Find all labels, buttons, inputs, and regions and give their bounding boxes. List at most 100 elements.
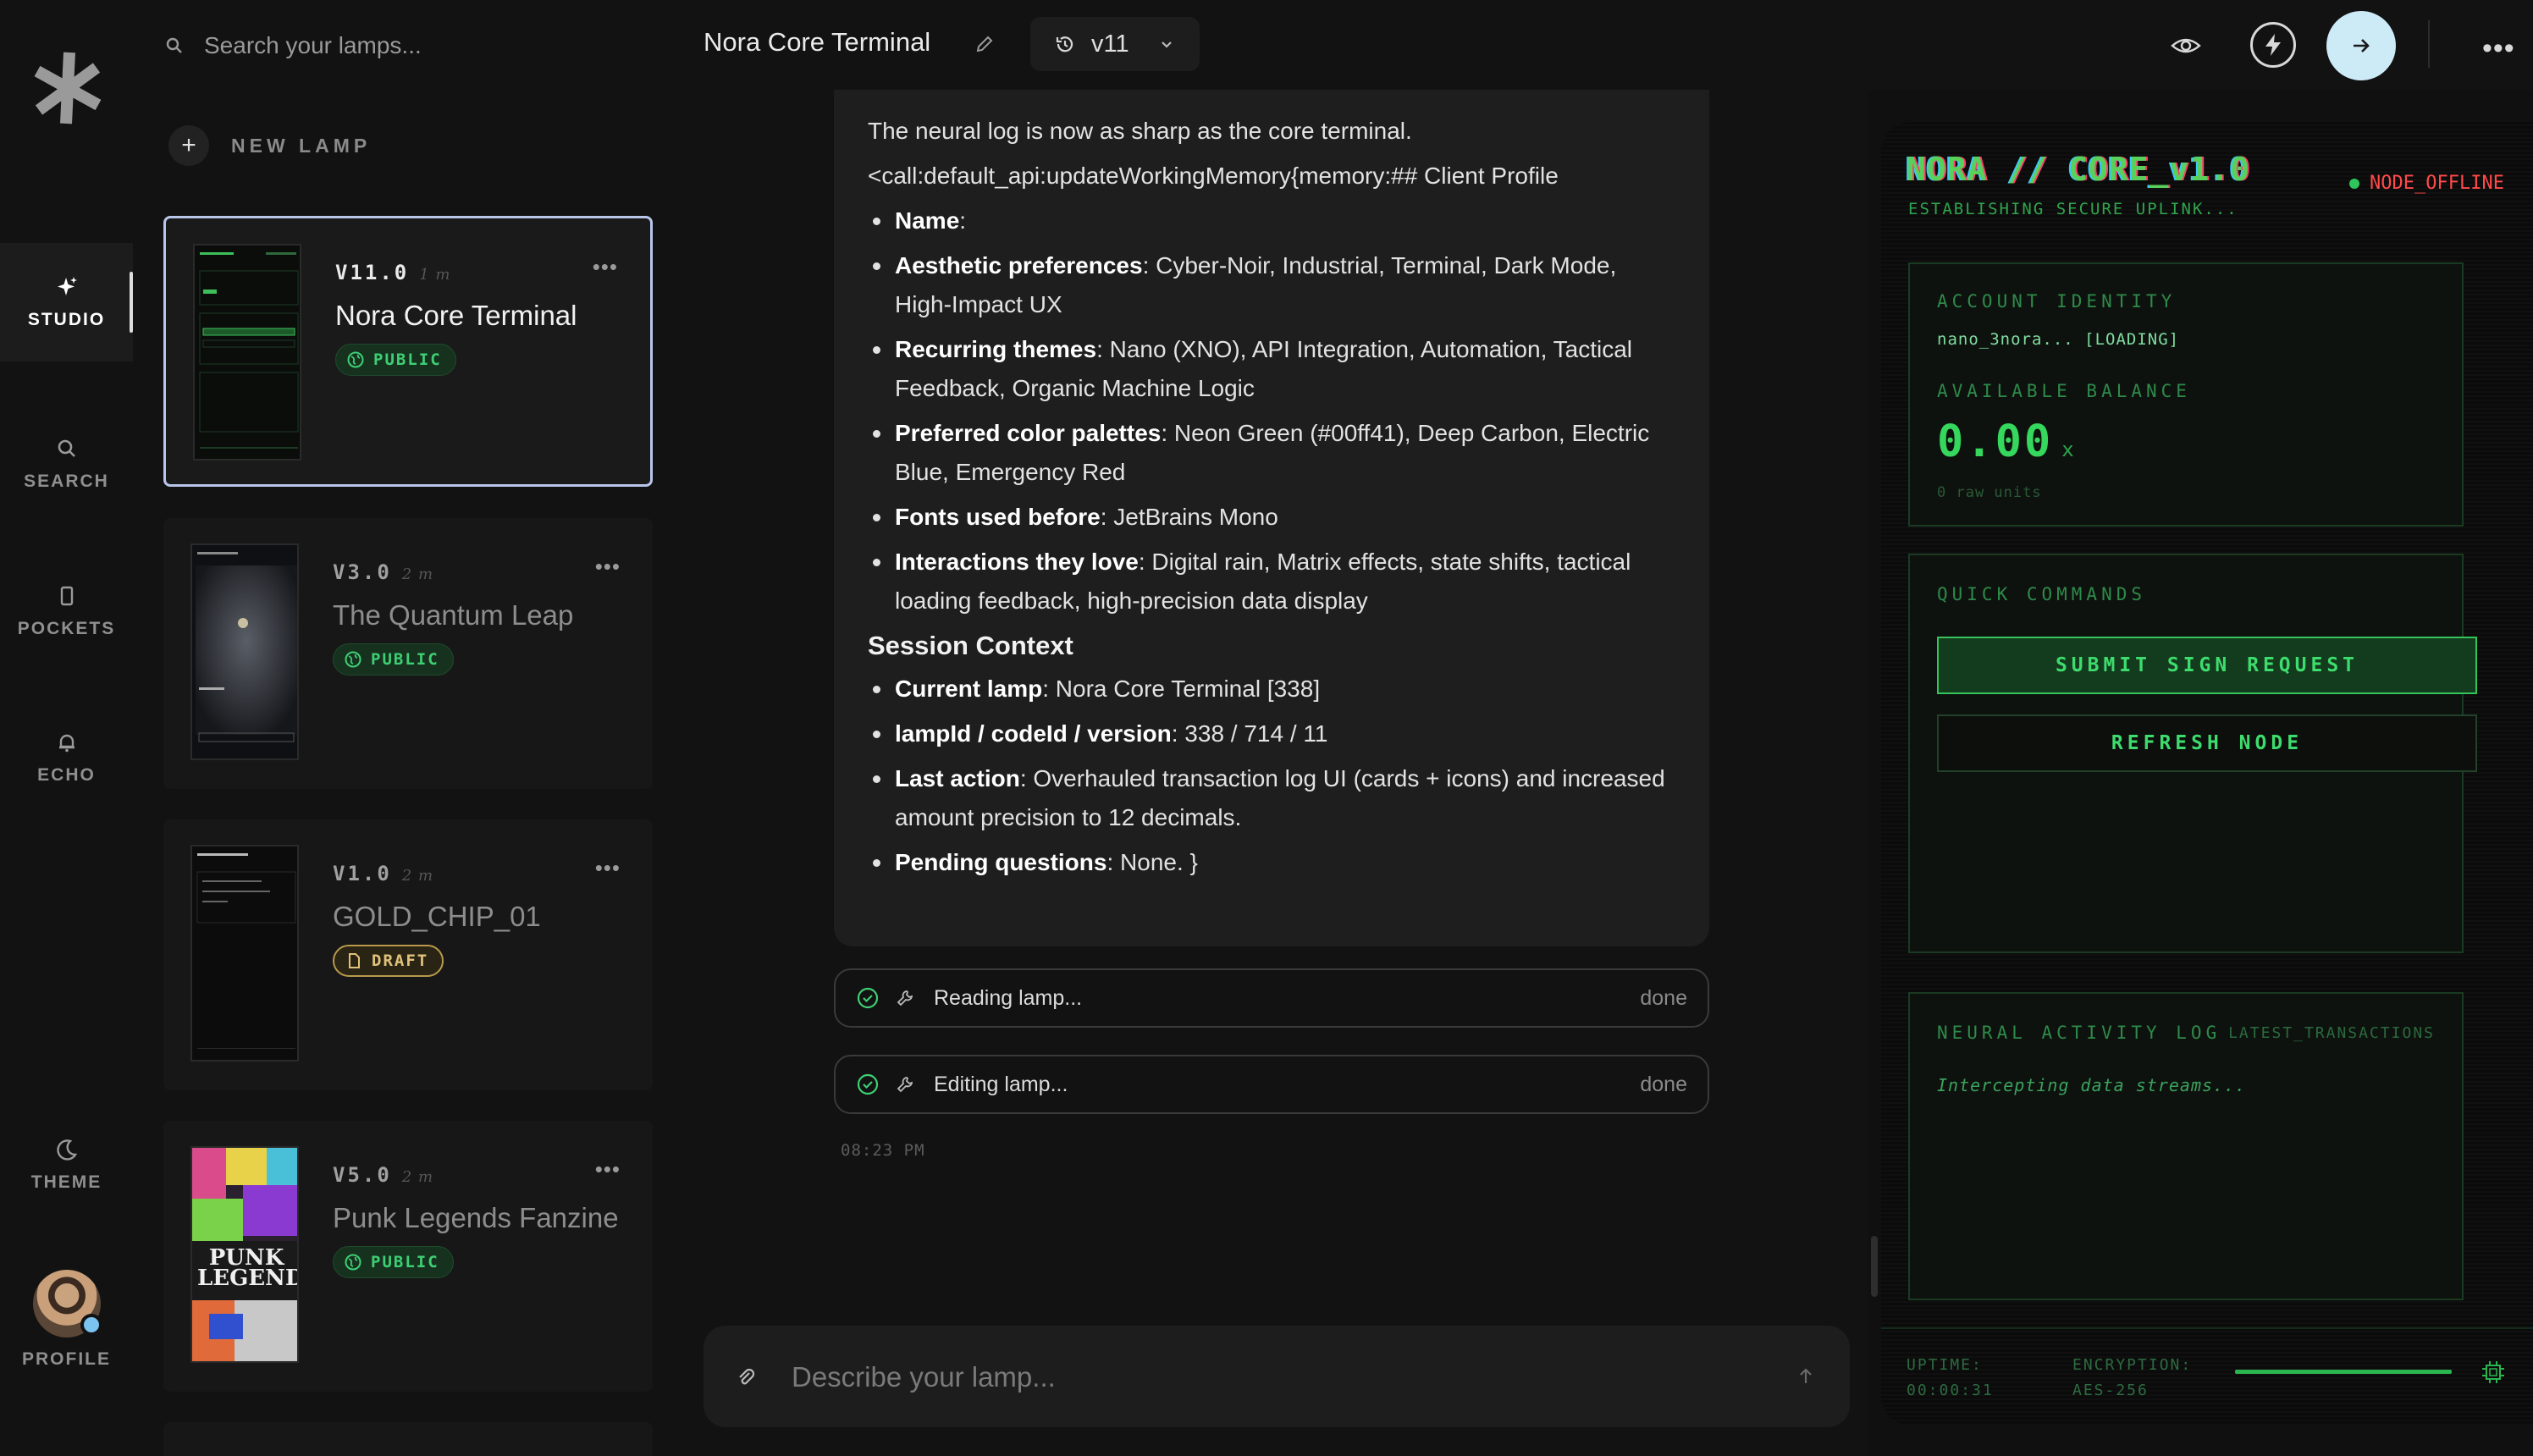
log-status: Intercepting data streams... [1937,1075,2247,1095]
check-circle-icon [857,1073,879,1095]
status-dot [2349,178,2360,189]
search-placeholder[interactable]: Search your lamps... [204,32,422,59]
list-item: Fonts used before: JetBrains Mono [868,498,1675,537]
rail-item-echo[interactable]: ECHO [0,698,133,817]
commands-panel: QUICK COMMANDS SUBMIT SIGN REQUEST REFRE… [1908,554,2477,953]
lamp-card[interactable]: PUNK LEGENDS V5.02 m Punk Legends Fanzin… [163,1121,653,1392]
history-icon [1056,36,1073,52]
tool-label: Reading lamp... [934,985,1083,1010]
tool-status: done [1640,1072,1687,1096]
preview-subtitle: ESTABLISHING SECURE UPLINK... [1908,200,2238,218]
tool-call-editing[interactable]: Editing lamp... done [834,1055,1709,1114]
lamp-card[interactable]: V11.0 1 m Nora Core Terminal PUBLIC ••• [163,216,653,487]
lamp-title: The Quantum Leap [333,599,574,631]
lamp-search[interactable]: Search your lamps... [157,24,648,68]
lamp-title: Punk Legends Fanzine [333,1202,619,1233]
document-icon [349,953,360,968]
account-panel: ACCOUNT IDENTITY nano_3nora... [LOADING]… [1908,262,2464,527]
rail-label: ECHO [37,765,96,785]
lamp-sidebar: Search your lamps... + NEW LAMP V11.0 1 m… [133,0,675,1456]
signal-bar [2235,1370,2452,1374]
status-badge: DRAFT [333,945,444,977]
pocket-icon [60,586,73,606]
bolt-button[interactable] [2250,22,2296,68]
globe-icon [345,1254,361,1271]
chat-area: Nora Core Terminal v11 The neural log is… [675,0,2533,1456]
version-selector[interactable]: v11 [1030,17,1200,71]
list-item: Aesthetic preferences: Cyber-Noir, Indus… [868,246,1675,324]
status-badge: PUBLIC [333,643,454,676]
lamp-card[interactable]: V1.0 2 m GOLD_CHIP_01 DRAFT ••• [163,819,653,1090]
lamp-thumbnail [190,543,299,760]
avatar[interactable] [33,1270,102,1337]
asterisk-logo[interactable] [32,51,103,125]
sparkle-icon [57,277,77,295]
lamp-title: GOLD_CHIP_01 [333,901,541,932]
lamp-age: 2 m [401,1168,434,1186]
list-item: Pending questions: None. } [868,843,1675,882]
rail-item-studio[interactable]: STUDIO [0,243,133,361]
new-lamp-button[interactable]: + NEW LAMP [168,125,371,166]
divider [2428,20,2430,68]
account-label: ACCOUNT IDENTITY [1937,291,2177,312]
more-options-icon[interactable]: ••• [595,855,621,881]
list-item: Last action: Overhauled transaction log … [868,759,1675,837]
profile-label: PROFILE [21,1349,111,1369]
section-heading: Session Context [868,631,1073,660]
new-lamp-label: NEW LAMP [231,134,372,157]
globe-icon [347,351,364,368]
lamp-age: 2 m [401,867,434,885]
balance-unit: x [2061,438,2077,461]
badge-label: PUBLIC [371,1253,439,1271]
panel-resize-handle[interactable] [1871,1236,1878,1297]
more-options-icon[interactable]: ••• [595,554,621,580]
lamp-card[interactable]: V3.0 2 m The Quantum Leap PUBLIC ••• [163,518,653,789]
prompt-input[interactable] [792,1354,1723,1400]
left-rail: STUDIO SEARCH POCKETS ECHO THEME PROFILE [0,0,133,1456]
bell-icon [58,734,74,753]
theme-toggle[interactable]: THEME [0,1106,133,1224]
composer [704,1326,1850,1427]
list-item: Preferred color palettes: Neon Green (#0… [868,414,1675,492]
encryption: ENCRYPTION: AES-256 [2072,1356,2193,1399]
paperclip-icon[interactable] [734,1365,758,1390]
activity-log-panel: NEURAL ACTIVITY LOG LATEST_TRANSACTIONS … [1908,992,2464,1300]
assistant-message: The neural log is now as sharp as the co… [834,90,1709,946]
chip-icon [2482,1361,2504,1383]
lamp-version: V11.0 1 m [335,261,451,284]
status-badge: PUBLIC [333,1246,454,1278]
session-context-list: Current lamp: Nora Core Terminal [338] l… [868,670,1675,882]
lamp-age: 2 m [401,565,434,583]
badge-label: DRAFT [372,951,429,970]
version-label: v11 [1091,30,1129,58]
more-options-icon[interactable]: ••• [595,1156,621,1183]
check-circle-icon [857,987,879,1009]
refresh-node-button[interactable]: REFRESH NODE [1937,714,2477,772]
publish-button[interactable] [2326,11,2396,80]
eye-icon[interactable] [2169,29,2203,63]
divider [1881,1327,2533,1329]
tool-status: done [1640,985,1687,1010]
pencil-icon[interactable] [973,32,996,56]
search-icon [58,439,75,457]
rail-label: STUDIO [27,310,106,329]
rail-item-search[interactable]: SEARCH [0,405,133,523]
bolt-icon [2265,34,2281,56]
account-value: nano_3nora... [LOADING] [1937,330,2180,349]
log-filter[interactable]: LATEST_TRANSACTIONS [2228,1024,2435,1042]
commands-label: QUICK COMMANDS [1937,584,2147,604]
list-item: Current lamp: Nora Core Terminal [338] [868,670,1675,709]
lamp-card[interactable] [163,1422,653,1456]
arrow-right-icon [2354,39,2370,52]
tool-call-reading[interactable]: Reading lamp... done [834,968,1709,1028]
submit-sign-request-button[interactable]: SUBMIT SIGN REQUEST [1937,637,2477,694]
status-dot [80,1314,102,1336]
list-item: Interactions they love: Digital rain, Ma… [868,543,1675,620]
list-item: Name: [868,201,1675,240]
status-badge: PUBLIC [335,344,456,376]
more-options-icon[interactable]: ••• [593,254,618,280]
preview-logo: NORA // CORE_v1.0 [1907,151,2250,188]
more-options-icon[interactable]: ••• [2482,32,2515,65]
arrow-up-icon[interactable] [1794,1365,1818,1388]
rail-item-pockets[interactable]: POCKETS [0,552,133,670]
